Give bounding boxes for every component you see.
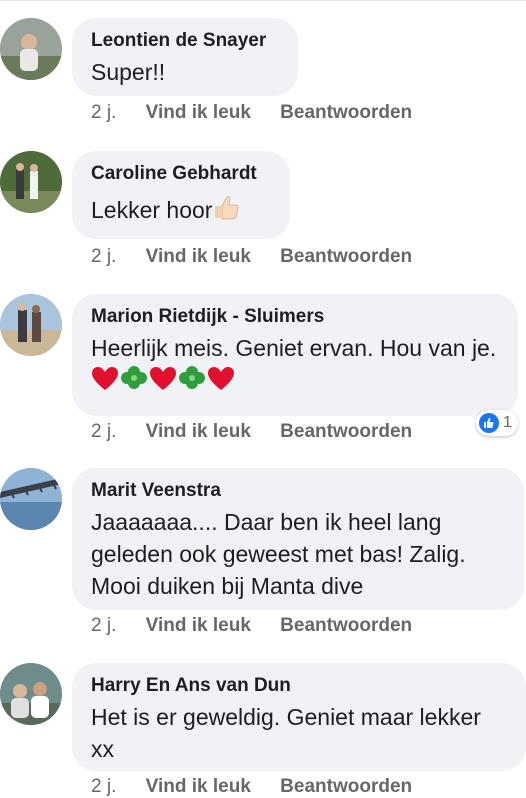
reaction-count: 1 (503, 414, 512, 431)
reaction-badge[interactable]: 1 (476, 410, 518, 436)
heart-icon (92, 367, 118, 390)
comment-bubble: Marit Veenstra Jaaaaaaa.... Daar ben ik … (72, 468, 524, 610)
comment-text-content: Heerlijk meis. Geniet ervan. Hou van je. (91, 335, 497, 361)
comment-author[interactable]: Leontien de Snayer (91, 30, 278, 52)
reply-button[interactable]: Beantwoorden (280, 421, 412, 442)
comment-text: Lekker hoor (91, 193, 270, 229)
comment-author[interactable]: Marit Veenstra (91, 480, 504, 502)
reply-button[interactable]: Beantwoorden (280, 102, 412, 123)
like-button[interactable]: Vind ik leuk (146, 246, 251, 267)
avatar[interactable] (0, 663, 62, 725)
comment-bubble: Leontien de Snayer Super!! (72, 18, 298, 96)
reply-button[interactable]: Beantwoorden (280, 776, 412, 797)
comment-bubble: Harry En Ans van Dun Het is er geweldig.… (72, 663, 526, 771)
like-button[interactable]: Vind ik leuk (146, 615, 251, 636)
comment-actions: 2 j. Vind ik leuk Beantwoorden (91, 102, 436, 124)
comment-time[interactable]: 2 j. (91, 102, 116, 123)
comment-bubble: Caroline Gebhardt Lekker hoor (72, 151, 290, 239)
comment-author[interactable]: Harry En Ans van Dun (91, 675, 506, 697)
comment-text: Super!! (91, 59, 166, 85)
avatar[interactable] (0, 468, 62, 530)
like-button[interactable]: Vind ik leuk (146, 421, 251, 442)
like-button[interactable]: Vind ik leuk (146, 102, 251, 123)
thumbs-up-icon (212, 193, 240, 229)
like-button[interactable]: Vind ik leuk (146, 776, 251, 797)
comment-author[interactable]: Marion Rietdijk - Sluimers (91, 306, 498, 328)
clover-icon (121, 366, 147, 389)
avatar[interactable] (0, 294, 62, 356)
reply-button[interactable]: Beantwoorden (280, 615, 412, 636)
clover-icon (179, 366, 205, 389)
comment-actions: 2 j. Vind ik leuk Beantwoorden (91, 246, 436, 268)
comment-text: Jaaaaaaa.... Daar ben ik heel lang geled… (91, 509, 466, 599)
comment-text: Heerlijk meis. Geniet ervan. Hou van je. (91, 332, 498, 397)
comment-actions: 2 j. Vind ik leuk Beantwoorden (91, 421, 436, 443)
comment-time[interactable]: 2 j. (91, 246, 116, 267)
avatar[interactable] (0, 18, 62, 80)
comment-actions: 2 j. Vind ik leuk Beantwoorden (91, 615, 436, 637)
heart-icon (208, 367, 234, 390)
comment-bubble: Marion Rietdijk - Sluimers Heerlijk meis… (72, 294, 518, 416)
avatar[interactable] (0, 151, 62, 213)
reply-button[interactable]: Beantwoorden (280, 246, 412, 267)
heart-icon (150, 367, 176, 390)
comment-author[interactable]: Caroline Gebhardt (91, 163, 270, 185)
like-reaction-icon (479, 413, 499, 433)
comment-time[interactable]: 2 j. (91, 776, 116, 797)
comment-text-content: Lekker hoor (91, 197, 213, 223)
comment-time[interactable]: 2 j. (91, 421, 116, 442)
emoji-sequence (91, 366, 235, 394)
comment-time[interactable]: 2 j. (91, 615, 116, 636)
comment-actions: 2 j. Vind ik leuk Beantwoorden (91, 776, 436, 798)
top-divider (0, 0, 526, 1)
comment-text: Het is er geweldig. Geniet maar lekker x… (91, 704, 481, 762)
